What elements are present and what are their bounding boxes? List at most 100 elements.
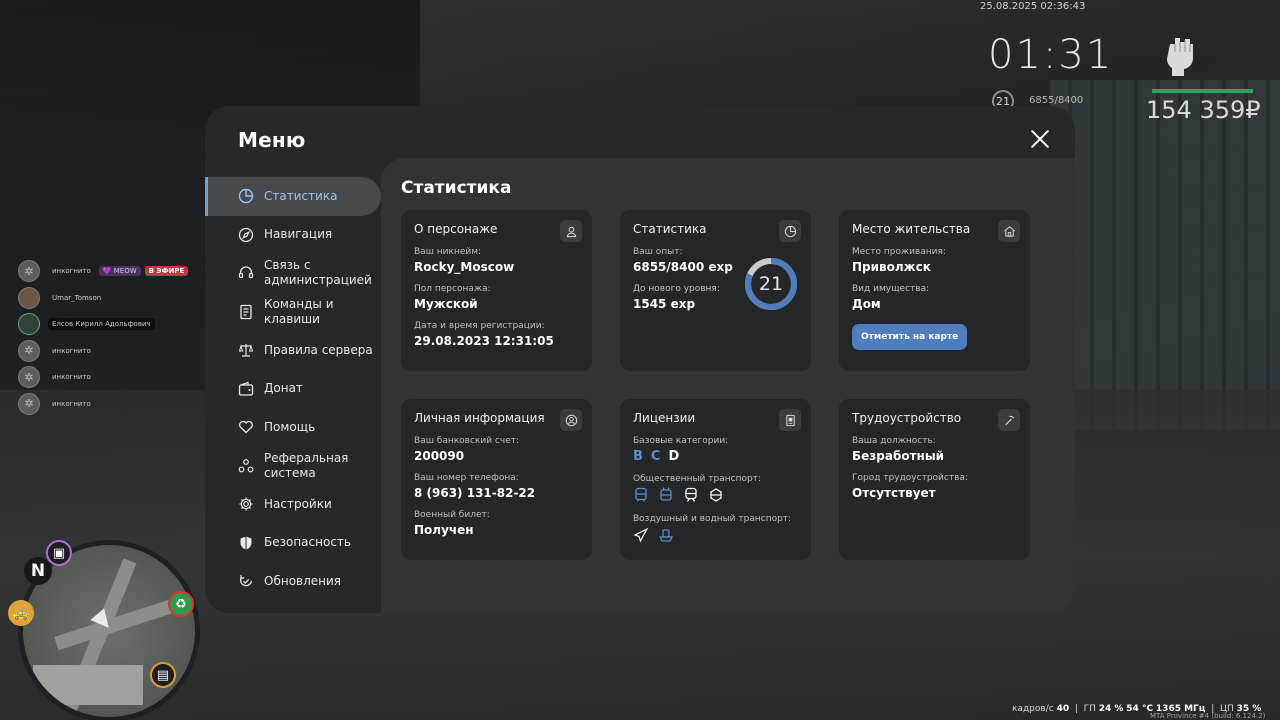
close-button[interactable] <box>1029 128 1051 150</box>
sidebar-item-help[interactable]: Помощь <box>205 408 381 447</box>
voice-item: ✲ инкогнито 💜 MEOW В ЭФИРЕ <box>18 258 189 284</box>
hud-time: 01:31 <box>988 32 1114 78</box>
card-residence: Место жительства Место проживания: Приво… <box>839 210 1030 371</box>
sidebar-item-referral[interactable]: Реферальная система <box>205 447 381 486</box>
taxi-blip-icon: 🚕 <box>8 600 34 626</box>
user-icon <box>560 220 582 242</box>
card-title: О персонаже <box>414 222 498 236</box>
voice-name: инкогнито <box>52 399 91 408</box>
exp-label: Ваш опыт: <box>633 247 683 257</box>
wallet-icon <box>237 380 255 398</box>
card-title: Статистика <box>633 222 707 236</box>
card-licenses: Лицензии Базовые категории: B C D Общест… <box>620 399 811 560</box>
registration-label: Дата и время регистрации: <box>414 321 545 331</box>
gender-value: Мужской <box>414 297 478 311</box>
avatar <box>18 286 40 309</box>
voice-name: инкогнито <box>52 373 91 381</box>
compass-icon <box>237 226 255 244</box>
sidebar-item-rules[interactable]: Правила сервера <box>205 331 381 370</box>
voice-name: инкогнито <box>52 346 91 355</box>
sidebar-item-label: Реферальная система <box>264 450 349 480</box>
voice-item: ✲ инкогнито <box>18 391 188 417</box>
license-category-c: C <box>650 449 661 464</box>
phone-label: Ваш номер телефона: <box>414 473 519 483</box>
live-badge: В ЭФИРЕ <box>144 266 189 276</box>
property-type-label: Вид имущества: <box>852 284 930 294</box>
refresh-check-icon <box>237 572 255 590</box>
sidebar-item-commands[interactable]: Команды и клавиши <box>205 293 381 332</box>
card-title: Трудоустройство <box>852 411 962 425</box>
sidebar-item-label: Донат <box>264 381 303 396</box>
minimap-road <box>33 665 143 705</box>
sidebar-item-security[interactable]: Безопасность <box>205 524 381 563</box>
card-personal: Личная информация Ваш банковский счет: 2… <box>401 399 592 560</box>
voice-name: инкогнито <box>52 267 91 275</box>
fist-icon <box>1164 34 1196 76</box>
scales-icon <box>237 341 255 359</box>
user-circle-icon <box>560 409 582 431</box>
sidebar: Статистика Навигация Связь с администрац… <box>205 177 381 601</box>
public-transport-label: Общественный транспорт: <box>633 474 761 484</box>
sidebar-item-label: Обновления <box>264 573 342 588</box>
pie-chart-icon <box>237 187 255 205</box>
voice-name: Umar_Tomson <box>52 293 102 302</box>
voice-tag: 💜 MEOW <box>98 266 141 276</box>
tram-icon <box>708 487 724 503</box>
license-icon <box>779 409 801 431</box>
airplane-icon <box>633 527 649 543</box>
sidebar-item-settings[interactable]: Настройки <box>205 485 381 524</box>
sidebar-item-label: Команды и клавиши <box>264 296 334 326</box>
air-water-transport-icons <box>633 527 798 543</box>
shop-blip-icon: ▤ <box>150 662 176 688</box>
sidebar-item-updates[interactable]: Обновления <box>205 562 381 601</box>
pickaxe-icon <box>998 409 1020 431</box>
sidebar-item-label: Настройки <box>264 496 332 511</box>
card-stats: Статистика Ваш опыт: 6855/8400 exp До но… <box>620 210 811 371</box>
hud-health-bar <box>1152 89 1253 93</box>
avatar-icon: ✲ <box>18 366 40 388</box>
sidebar-item-label: Связь с администрацией <box>264 258 372 288</box>
sidebar-item-navigation[interactable]: Навигация <box>205 216 381 255</box>
position-label: Ваша должность: <box>852 436 936 446</box>
card-title: Место жительства <box>852 222 971 236</box>
voice-chat-list: ✲ инкогнито 💜 MEOW В ЭФИРЕ Umar_Tomson Е… <box>18 258 189 417</box>
sidebar-item-statistics[interactable]: Статистика <box>205 177 381 216</box>
bank-account-label: Ваш банковский счет: <box>414 436 520 446</box>
headset-icon <box>237 264 255 282</box>
sidebar-item-admin-contact[interactable]: Связь с администрацией <box>205 254 381 293</box>
license-category-b: B <box>633 449 643 464</box>
employment-city-label: Город трудоустройства: <box>852 473 968 483</box>
train-icon <box>683 487 699 503</box>
voice-item: Umar_Tomson <box>18 285 188 311</box>
air-water-transport-label: Воздушный и водный транспорт: <box>633 514 792 524</box>
sidebar-item-label: Статистика <box>264 188 338 203</box>
menu-title: Меню <box>238 128 306 152</box>
hud-exp: 6855/8400 <box>1029 95 1084 106</box>
people-network-icon <box>237 457 255 475</box>
phone-value: 8 (963) 131-82-22 <box>414 486 536 500</box>
boat-icon <box>658 527 674 543</box>
card-title: Лицензии <box>633 411 696 425</box>
gpu-load: 24 % <box>1098 704 1124 714</box>
voice-item: ✲ инкогнито <box>18 338 188 364</box>
sidebar-item-label: Навигация <box>264 227 333 242</box>
voice-name: Елсов Кирилл Адольфович <box>48 318 155 330</box>
residence-place-label: Место проживания: <box>852 247 946 257</box>
voice-item: ✲ инкогнито <box>18 364 188 390</box>
mark-on-map-button[interactable]: Отметить на карте <box>852 324 968 350</box>
document-icon <box>237 303 255 321</box>
recycle-blip-icon: ♻ <box>168 591 194 617</box>
page-title: Статистика <box>401 178 512 198</box>
north-indicator: N <box>24 557 52 585</box>
heart-hands-icon <box>237 418 255 436</box>
sidebar-item-donate[interactable]: Донат <box>205 370 381 409</box>
avatar-icon: ✲ <box>18 392 40 415</box>
house-blip-icon: ▣ <box>46 540 72 566</box>
gender-label: Пол персонажа: <box>414 284 491 294</box>
nickname-value: Rocky_Moscow <box>414 260 515 274</box>
menu-window: Меню Статистика Навигация Связь с админи… <box>205 106 1075 613</box>
pie-chart-icon <box>779 220 801 242</box>
gear-icon <box>237 495 255 513</box>
nickname-label: Ваш никнейм: <box>414 247 482 257</box>
registration-value: 29.08.2023 12:31:05 <box>414 334 554 348</box>
